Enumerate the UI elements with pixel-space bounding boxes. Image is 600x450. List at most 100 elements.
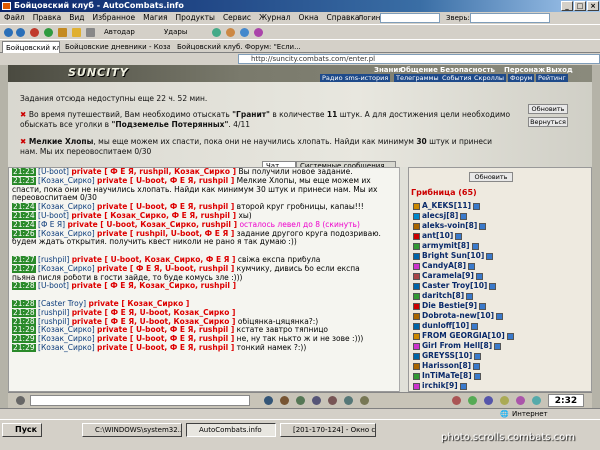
player-name[interactable]: aleks-voin	[422, 221, 465, 230]
chat-nick[interactable]: [Козак_Сирко]	[38, 230, 95, 238]
info-icon[interactable]	[471, 322, 479, 330]
action-icon-6[interactable]	[532, 396, 541, 405]
info-icon[interactable]	[479, 302, 487, 310]
player-entry[interactable]: ant[10]	[413, 231, 464, 240]
info-icon[interactable]	[506, 332, 514, 340]
chat-private-recipients[interactable]: private [ U-boot, Ф Е Я, rushpil ]	[97, 326, 234, 334]
player-entry[interactable]: GREYSS[10]	[413, 351, 483, 360]
chat-private-recipients[interactable]: private [ Козак_Сирко ]	[88, 300, 189, 308]
player-name[interactable]: daritch	[422, 291, 452, 300]
quest2-cancel-icon[interactable]: ✖	[20, 137, 29, 146]
info-icon[interactable]	[473, 362, 481, 370]
nav-character[interactable]: Персонаж	[504, 66, 545, 74]
start-button[interactable]: Пуск	[2, 423, 42, 437]
chat-nick[interactable]: [Козак_Сирко]	[38, 335, 95, 343]
refresh-icon[interactable]	[44, 27, 53, 37]
nav-sms-history[interactable]: sms-история	[343, 74, 391, 82]
chat-private-recipients[interactable]: private [ U-boot, Ф Е Я, rushpil ]	[97, 344, 234, 352]
player-entry[interactable]: A_KEKS[11]	[413, 201, 482, 210]
chat-input[interactable]	[30, 395, 250, 406]
chat-nick[interactable]: [U-boot]	[38, 168, 69, 176]
player-name[interactable]: Dobrota-new	[422, 311, 477, 320]
forward-icon[interactable]	[16, 27, 25, 37]
translit-icon[interactable]	[328, 396, 337, 405]
player-name[interactable]: Harisson	[422, 361, 459, 370]
chat-private-recipients[interactable]: private [ rushpil, U-boot, Ф Е Я ]	[97, 230, 234, 238]
player-entry[interactable]: aleks-voin[8]	[413, 221, 488, 230]
autodar-button[interactable]: Автодар	[104, 27, 135, 37]
nav-radio[interactable]: Радио	[320, 74, 345, 82]
info-icon[interactable]	[471, 242, 479, 250]
info-icon[interactable]	[460, 212, 468, 220]
player-entry[interactable]: dunloff[10]	[413, 321, 480, 330]
player-name[interactable]: A_KEKS	[422, 201, 454, 210]
task-explorer[interactable]: C:\WINDOWS\system32...	[82, 423, 182, 437]
nav-security[interactable]: Безопасность	[440, 66, 495, 74]
chat-nick[interactable]: [Caster Troy]	[38, 300, 86, 308]
sound-icon[interactable]	[344, 396, 353, 405]
update-button[interactable]: Обновить	[528, 104, 568, 114]
menu-journal[interactable]: Журнал	[255, 12, 295, 24]
player-name[interactable]: Caramela	[422, 271, 462, 280]
chat-private-recipients[interactable]: private [ U-boot, Козак_Сирко, Ф Е Я ]	[72, 256, 236, 264]
minimize-button[interactable]: _	[561, 1, 573, 11]
chat-private-recipients[interactable]: private [ Ф Е Я, rushpil, Козак_Сирко ]	[71, 168, 236, 176]
login-input[interactable]	[380, 13, 440, 23]
chat-nick[interactable]: [Козак_Сирко]	[38, 177, 95, 185]
player-name[interactable]: Bright Sun	[422, 251, 467, 260]
url-input[interactable]: http://suncity.combats.com/enter.pl	[238, 54, 600, 64]
nav-forum[interactable]: Форум	[508, 74, 535, 82]
player-entry[interactable]: Girl From Hell[8]	[413, 341, 503, 350]
return-button[interactable]: Вернуться	[528, 117, 568, 127]
filter-icon[interactable]	[296, 396, 305, 405]
player-entry[interactable]: CandyA[8]	[413, 261, 477, 270]
menu-windows[interactable]: Окна	[295, 12, 323, 24]
player-entry[interactable]: Caster Troy[10]	[413, 281, 498, 290]
nav-knowledge[interactable]: Знания	[374, 66, 403, 74]
smiley-icon[interactable]	[16, 396, 25, 405]
chat-private-recipients[interactable]: private [ U-boot, Ф Е Я, rushpil ]	[97, 335, 234, 343]
menu-magic[interactable]: Магия	[139, 12, 171, 24]
player-name[interactable]: armymit	[422, 241, 457, 250]
player-entry[interactable]: alecsj[8]	[413, 211, 469, 220]
nav-communication[interactable]: Общение	[400, 66, 438, 74]
nav-scrolls[interactable]: Скроллы	[472, 74, 507, 82]
player-name[interactable]: Girl From Hell	[422, 341, 480, 350]
task-autocombats[interactable]: AutoCombats.info	[186, 423, 276, 437]
action-icon-2[interactable]	[468, 396, 477, 405]
chat-nick[interactable]: [Козак_Сирко]	[38, 326, 95, 334]
menu-products[interactable]: Продукты	[172, 12, 219, 24]
player-name[interactable]: dunloff	[422, 321, 452, 330]
home-icon[interactable]	[58, 27, 67, 37]
player-entry[interactable]: Bright Sun[10]	[413, 251, 495, 260]
menu-file[interactable]: Файл	[0, 12, 29, 24]
favorites-icon[interactable]	[72, 27, 81, 37]
info-icon[interactable]	[475, 272, 483, 280]
tab-diaries[interactable]: Бойцовские дневники - Козак_С...	[62, 41, 170, 53]
send-icon[interactable]	[264, 396, 273, 405]
chat-private-recipients[interactable]: private [ U-boot, Козак_Сирко, rushpil ]	[67, 221, 237, 229]
chat-nick[interactable]: [Козак_Сирко]	[38, 203, 95, 211]
chat-private-recipients[interactable]: private [ Козак_Сирко, Ф Е Я, rushpil ]	[71, 212, 236, 220]
scroll-lock-icon[interactable]	[360, 396, 369, 405]
task-chat-window[interactable]: [201-170-124] - Окно со...	[280, 423, 376, 437]
nav-events[interactable]: События	[440, 74, 474, 82]
chat-scrollbar[interactable]	[399, 167, 408, 392]
chat-private-recipients[interactable]: private [ Ф Е Я, Козак_Сирко, rushpil ]	[71, 282, 236, 290]
info-icon[interactable]	[474, 352, 482, 360]
chat-nick[interactable]: [Козак_Сирко]	[38, 344, 95, 352]
menu-service[interactable]: Сервис	[219, 12, 255, 24]
info-icon[interactable]	[479, 222, 487, 230]
action-icon-4[interactable]	[500, 396, 509, 405]
chat-nick[interactable]: [Козак_Сирко]	[38, 265, 95, 273]
back-icon[interactable]	[4, 27, 13, 37]
action-icon-1[interactable]	[452, 396, 461, 405]
player-entry[interactable]: Dobrota-new[10]	[413, 311, 505, 320]
chat-private-recipients[interactable]: private [ Ф Е Я, U-boot, Козак_Сирко ]	[72, 309, 236, 317]
info-icon[interactable]	[496, 312, 504, 320]
menu-view[interactable]: Вид	[65, 12, 88, 24]
settings-icon[interactable]	[312, 396, 321, 405]
player-name[interactable]: InTiMaTe	[422, 371, 460, 380]
player-entry[interactable]: daritch[8]	[413, 291, 475, 300]
info-icon[interactable]	[489, 282, 497, 290]
